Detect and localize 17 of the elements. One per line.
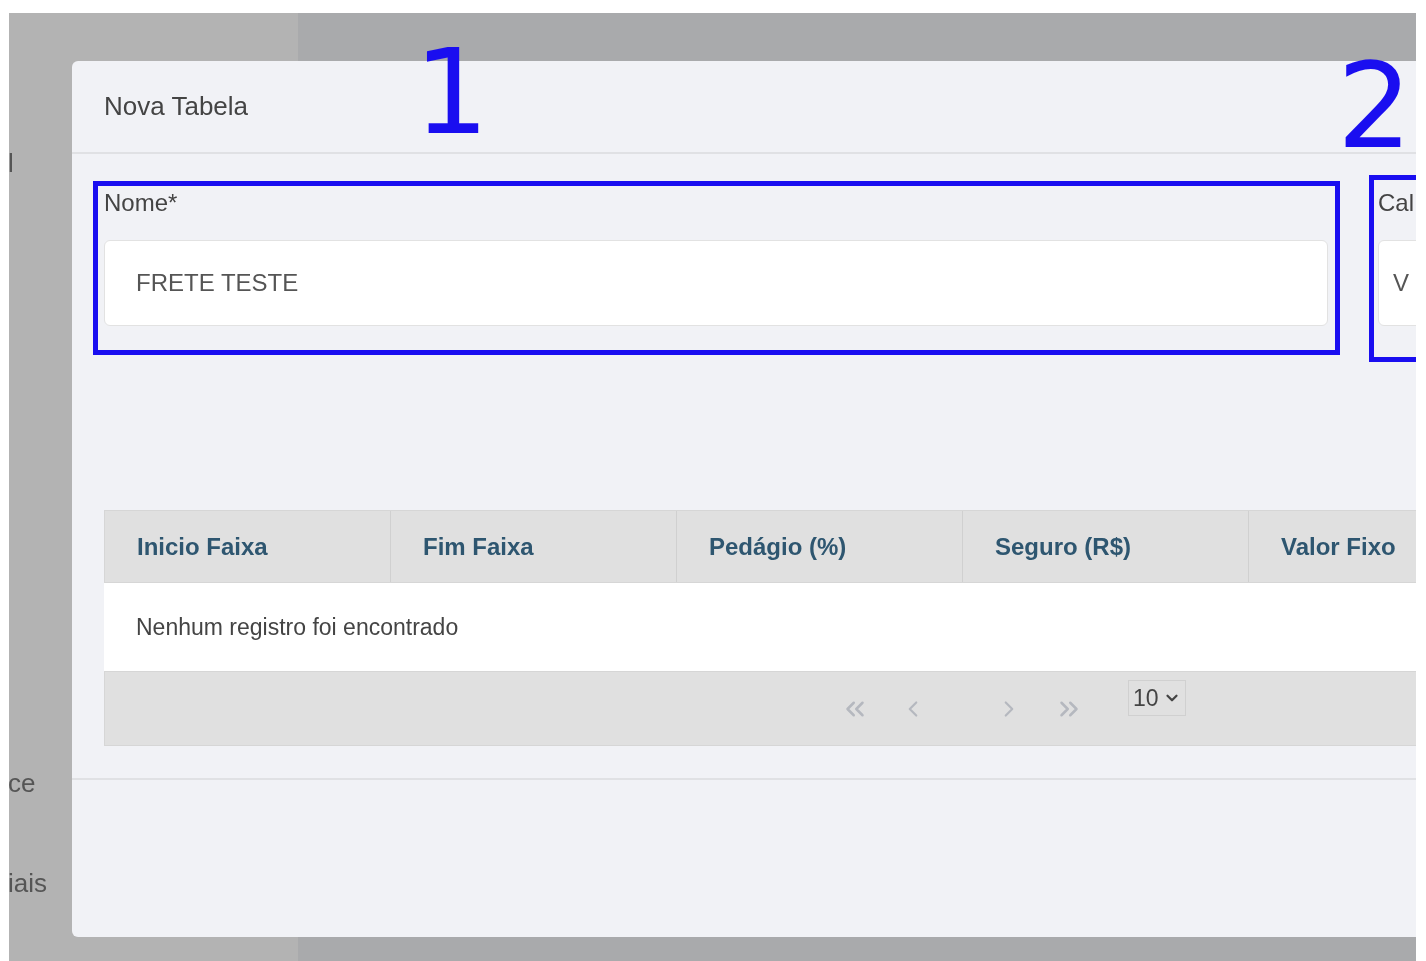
annotation-number: 2 [1337,47,1413,165]
sidebar-item[interactable]: iais [9,868,47,898]
column-header: Seguro (R$) [963,511,1249,582]
sidebar-item[interactable]: l [9,148,14,178]
text-field[interactable]: V [1378,240,1416,326]
column-header: Pedágio (%) [677,511,963,582]
empty-message: Nenhum registro foi encontrado [136,612,459,642]
column-header: Fim Faixa [391,511,677,582]
sidebar-item[interactable]: ce [9,768,36,798]
modal-title: Nova Tabela [104,90,249,123]
annotation-number: 1 [414,33,490,151]
page-size-select[interactable]: 10 [1128,680,1186,716]
column-header: Inicio Faixa [105,511,391,582]
field-label: Cal [1378,189,1414,217]
field-label: Nome* [104,189,178,217]
column-header: Valor Fixo [1249,511,1416,582]
text-field[interactable]: FRETE TESTE [104,240,1328,326]
